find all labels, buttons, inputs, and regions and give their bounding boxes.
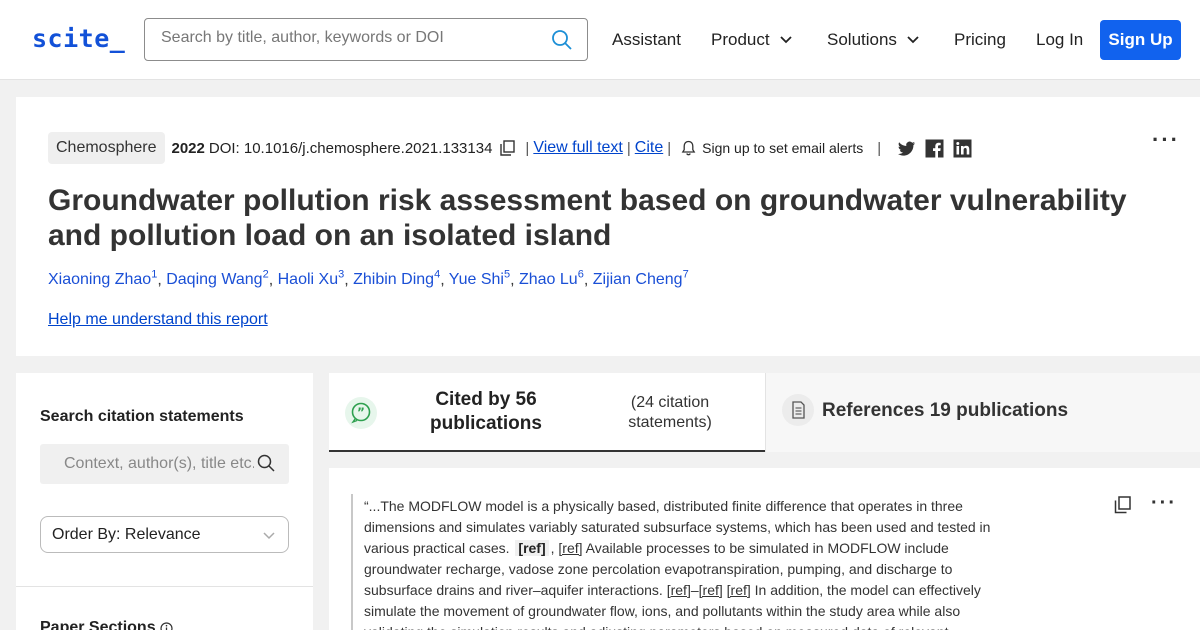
context-search-box[interactable]: [40, 444, 289, 484]
nav-assistant[interactable]: Assistant: [612, 30, 681, 50]
author-link[interactable]: Haoli Xu3: [278, 269, 345, 288]
citation-excerpt: “...The MODFLOW model is a physically ba…: [364, 498, 991, 630]
svg-text:”: ”: [357, 406, 365, 420]
ref-link[interactable]: [ref]: [667, 582, 691, 598]
nav-solutions[interactable]: Solutions: [827, 30, 919, 50]
chevron-down-icon: [779, 36, 792, 44]
citation-statement-card: “...The MODFLOW model is a physically ba…: [329, 468, 1200, 630]
copy-icon[interactable]: [1114, 496, 1131, 514]
help-understand-link[interactable]: Help me understand this report: [48, 311, 268, 329]
author-link[interactable]: Daqing Wang2: [166, 269, 268, 288]
nav-product[interactable]: Product: [711, 30, 792, 50]
email-alerts-link[interactable]: Sign up to set email alerts: [702, 140, 863, 156]
paper-title: Groundwater pollution risk assessment ba…: [48, 184, 1127, 252]
separator: |: [525, 139, 530, 157]
separator: |: [877, 139, 882, 157]
journal-badge[interactable]: Chemosphere: [48, 132, 165, 164]
search-box[interactable]: [144, 18, 588, 61]
quote-icon: ”: [345, 397, 377, 429]
social-share: [897, 139, 972, 158]
more-options-button[interactable]: ···: [1152, 127, 1180, 153]
author-link[interactable]: Yue Shi5: [449, 269, 510, 288]
ref-marker[interactable]: [ref]: [515, 540, 549, 556]
document-icon: [782, 394, 814, 426]
scite-logo[interactable]: scite_: [32, 24, 125, 53]
references-label: References 19 publications: [822, 400, 1069, 421]
author-link[interactable]: Zhao Lu6: [519, 269, 584, 288]
search-citations-heading: Search citation statements: [40, 408, 244, 425]
bell-icon[interactable]: [681, 140, 696, 156]
linkedin-icon[interactable]: [953, 139, 972, 158]
author-link[interactable]: Zijian Cheng7: [593, 269, 689, 288]
context-search-input[interactable]: [64, 455, 254, 473]
twitter-icon[interactable]: [897, 139, 916, 158]
more-options-button[interactable]: ···: [1151, 492, 1177, 515]
info-icon[interactable]: [160, 621, 173, 630]
order-by-select[interactable]: Order By: Relevance: [40, 516, 289, 553]
citation-tabs: ” Cited by 56 publications (24 citation …: [329, 373, 1200, 452]
ref-link[interactable]: [ref]: [727, 582, 751, 598]
separator: |: [667, 139, 672, 157]
author-list: Xiaoning Zhao1, Daqing Wang2, Haoli Xu3,…: [48, 269, 689, 289]
citation-statements-count: (24 citation statements): [628, 394, 712, 431]
author-link[interactable]: Xiaoning Zhao1: [48, 269, 157, 288]
author-link[interactable]: Zhibin Ding4: [353, 269, 440, 288]
quote-bar: [351, 494, 353, 630]
divider: [16, 586, 313, 587]
chevron-down-icon: [263, 532, 275, 540]
separator: |: [626, 139, 631, 157]
tab-references[interactable]: References 19 publications: [765, 373, 1200, 452]
cited-by-label: Cited by 56 publications: [430, 389, 542, 434]
publication-year: 2022: [171, 139, 205, 157]
paper-header-card: Chemosphere 2022 DOI: 10.1016/j.chemosph…: [16, 97, 1200, 356]
paper-meta-row: Chemosphere 2022 DOI: 10.1016/j.chemosph…: [48, 132, 972, 164]
citation-filter-panel: Search citation statements Order By: Rel…: [16, 373, 313, 630]
cite-link[interactable]: Cite: [635, 139, 663, 157]
search-icon[interactable]: [551, 29, 573, 51]
nav-login[interactable]: Log In: [1036, 30, 1083, 50]
top-navigation: scite_ Assistant Product Solutions Prici…: [0, 0, 1200, 80]
view-full-text-link[interactable]: View full text: [533, 139, 623, 157]
ref-link[interactable]: [ref]: [558, 540, 582, 556]
search-input[interactable]: [161, 29, 541, 47]
search-icon[interactable]: [257, 454, 275, 472]
ref-link[interactable]: [ref]: [699, 582, 723, 598]
chevron-down-icon: [907, 36, 919, 44]
nav-pricing[interactable]: Pricing: [954, 30, 1006, 50]
sign-up-button[interactable]: Sign Up: [1100, 20, 1181, 60]
tab-cited-by[interactable]: ” Cited by 56 publications (24 citation …: [329, 373, 765, 452]
facebook-icon[interactable]: [925, 139, 944, 158]
copy-icon[interactable]: [500, 140, 516, 156]
doi-text: DOI: 10.1016/j.chemosphere.2021.133134: [208, 139, 493, 157]
paper-sections-heading: Paper Sections: [40, 619, 173, 630]
